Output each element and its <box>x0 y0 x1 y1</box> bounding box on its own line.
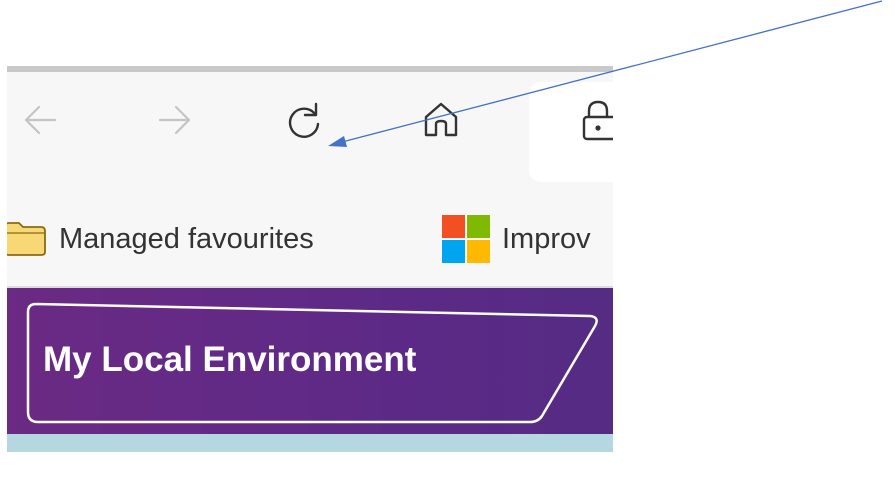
folder-icon <box>7 222 46 256</box>
favourite-managed-favourites[interactable]: Managed favourites <box>7 192 314 286</box>
arrow-left-icon <box>24 105 57 135</box>
site-header-banner: My Local Environment <box>7 288 613 434</box>
browser-screenshot: Managed favourites Improv My Local Envir… <box>7 66 613 452</box>
favourite-label: Improv <box>502 222 591 255</box>
home-button[interactable] <box>419 98 463 142</box>
page-content-strip <box>7 434 613 452</box>
arrow-right-icon <box>158 105 191 135</box>
microsoft-logo-icon <box>442 215 490 263</box>
favourite-improv[interactable]: Improv <box>442 192 591 286</box>
refresh-button[interactable] <box>282 98 326 142</box>
lock-icon <box>582 100 613 141</box>
back-button[interactable] <box>19 98 63 142</box>
address-bar[interactable] <box>529 82 613 182</box>
browser-toolbar <box>7 72 613 192</box>
favourite-label: Managed favourites <box>59 222 314 255</box>
home-icon <box>424 102 458 137</box>
refresh-icon <box>288 102 320 138</box>
forward-button[interactable] <box>152 98 196 142</box>
favourites-bar: Managed favourites Improv <box>7 192 613 286</box>
site-title[interactable]: My Local Environment <box>43 340 416 380</box>
